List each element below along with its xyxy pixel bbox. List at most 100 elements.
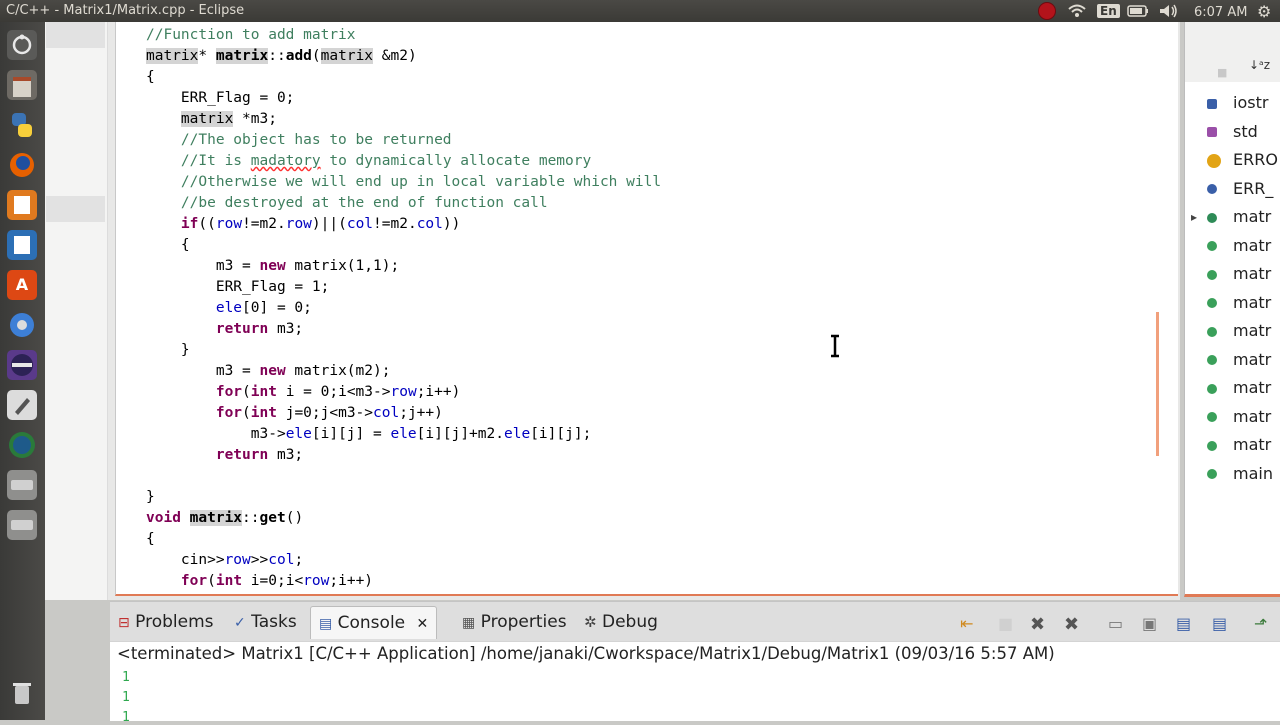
- collapse-icon[interactable]: ■: [1217, 66, 1227, 79]
- expand-chevron-icon[interactable]: ▸: [1191, 204, 1197, 230]
- outline-item-label: matr: [1233, 264, 1272, 283]
- software-center-icon[interactable]: A: [7, 270, 37, 300]
- outline-item[interactable]: matr: [1207, 233, 1271, 259]
- outline-toolbar: ■ ↓ᵃz: [1185, 22, 1280, 82]
- outline-item[interactable]: matr: [1207, 318, 1271, 344]
- method-icon: [1207, 355, 1217, 365]
- python-icon[interactable]: [7, 110, 37, 140]
- unity-launcher: A: [0, 22, 45, 720]
- outline-item-label: matr: [1233, 321, 1272, 340]
- tab-debug[interactable]: ✲ Debug: [584, 608, 658, 636]
- outline-item-label: std: [1233, 121, 1258, 141]
- keyboard-layout-indicator[interactable]: En: [1097, 2, 1120, 20]
- close-icon[interactable]: ✕: [417, 616, 429, 632]
- class-icon: [1207, 212, 1217, 223]
- code-line: void matrix::get(): [146, 510, 304, 526]
- outline-item[interactable]: matr: [1207, 347, 1271, 373]
- code-line: {: [146, 531, 155, 547]
- method-icon: [1207, 326, 1217, 337]
- code-line: cin>>row>>col;: [146, 552, 304, 568]
- display-selected-console-icon[interactable]: ▤: [1212, 614, 1227, 633]
- clock[interactable]: 6:07 AM: [1194, 3, 1247, 21]
- console-icon: ▤: [319, 616, 333, 632]
- battery-icon[interactable]: [1127, 2, 1149, 20]
- editor-left-ruler: [45, 22, 108, 600]
- trash-icon[interactable]: [7, 678, 37, 708]
- outline-item[interactable]: matr: [1207, 404, 1271, 430]
- overview-ruler-marker[interactable]: [1156, 312, 1159, 456]
- terminate-icon[interactable]: ■: [998, 614, 1013, 633]
- code-line: //The object has to be returned: [146, 132, 452, 148]
- console-output-line: 1: [122, 670, 130, 685]
- method-icon: [1207, 241, 1217, 251]
- code-line: //It is madatory to dynamically allocate…: [146, 153, 592, 169]
- chromium-icon[interactable]: [7, 310, 37, 340]
- code-editor[interactable]: //Function to add matrix matrix* matrix::…: [115, 22, 1178, 596]
- settings-gear-icon[interactable]: ⚙: [1257, 2, 1271, 21]
- scroll-lock-icon[interactable]: ▣: [1142, 614, 1157, 633]
- volume-icon[interactable]: [1159, 2, 1179, 20]
- eclipse-icon[interactable]: [7, 350, 37, 380]
- drive-icon[interactable]: [7, 510, 37, 540]
- console-view[interactable]: <terminated> Matrix1 [C/C++ Application]…: [110, 641, 1280, 725]
- firefox-icon[interactable]: [7, 150, 37, 180]
- drive-icon[interactable]: [7, 470, 37, 500]
- problems-icon: ⊟: [118, 615, 130, 631]
- outline-item-label: matr: [1233, 292, 1272, 312]
- outline-item-label: matr: [1233, 207, 1272, 226]
- code-line: ERR_Flag = 0;: [146, 90, 295, 106]
- code-line: {: [146, 237, 190, 253]
- remove-launch-icon[interactable]: ✖: [1030, 614, 1045, 635]
- tab-tasks-label: Tasks: [251, 612, 297, 632]
- outline-item[interactable]: std: [1207, 119, 1258, 145]
- impress-icon[interactable]: [7, 190, 37, 220]
- console-header: <terminated> Matrix1 [C/C++ Application]…: [117, 644, 1055, 663]
- code-line: if((row!=m2.row)||(col!=m2.col)): [180, 216, 461, 232]
- code-line: return m3;: [215, 447, 304, 463]
- outline-item-label: matr: [1233, 406, 1272, 426]
- outline-item-label: matr: [1233, 378, 1272, 397]
- debug-bug-icon: ✲: [584, 613, 597, 631]
- pin-console-icon[interactable]: ⇤: [960, 614, 973, 633]
- outline-item[interactable]: matr: [1207, 290, 1271, 316]
- outline-item[interactable]: ERRO: [1207, 147, 1278, 173]
- outline-item[interactable]: matr ▸: [1191, 204, 1272, 230]
- text-cursor-icon: [828, 334, 842, 362]
- ruler-highlight: [46, 196, 105, 222]
- clear-console-icon[interactable]: ▭: [1108, 614, 1123, 633]
- terminal-globe-icon[interactable]: [7, 430, 37, 460]
- typedef-icon: [1207, 153, 1221, 168]
- record-indicator-icon[interactable]: [1038, 2, 1056, 20]
- outline-item[interactable]: ERR_: [1207, 176, 1273, 202]
- files-icon[interactable]: [7, 70, 37, 100]
- text-editor-icon[interactable]: [7, 390, 37, 420]
- writer-icon[interactable]: [7, 230, 37, 260]
- tab-console[interactable]: ▤ Console ✕: [310, 606, 438, 639]
- method-icon: [1207, 269, 1217, 280]
- outline-view: ■ ↓ᵃz iostr std ERRO ERR_ matr ▸ matr matr matr m…: [1184, 22, 1280, 597]
- sort-alphabetically-icon[interactable]: ↓ᵃz: [1249, 58, 1270, 72]
- tab-tasks[interactable]: ✓ Tasks: [234, 608, 297, 636]
- outline-item[interactable]: iostr: [1207, 90, 1268, 116]
- outline-item-label: main: [1233, 463, 1273, 483]
- tab-problems[interactable]: ⊟ Problems: [118, 608, 214, 636]
- tab-console-label: Console: [337, 613, 406, 633]
- code-line: {: [146, 69, 155, 85]
- outline-item[interactable]: matr: [1207, 261, 1271, 287]
- new-console-icon[interactable]: ⬏: [1254, 614, 1267, 633]
- wifi-icon[interactable]: [1068, 2, 1086, 20]
- method-icon: [1207, 298, 1217, 308]
- code-line: ERR_Flag = 1;: [146, 279, 330, 295]
- remove-all-terminated-icon[interactable]: ✖: [1064, 614, 1079, 635]
- outline-item[interactable]: matr: [1207, 432, 1271, 458]
- tab-properties[interactable]: ▦ Properties: [462, 608, 567, 636]
- code-line: }: [146, 489, 155, 505]
- outline-item[interactable]: main: [1207, 461, 1273, 487]
- console-output-line: 1: [122, 710, 130, 725]
- keyboard-layout-label: En: [1097, 4, 1120, 18]
- outline-item[interactable]: matr: [1207, 375, 1271, 401]
- top-panel: C/C++ - Matrix1/Matrix.cpp - Eclipse En …: [0, 0, 1280, 22]
- outline-item-label: matr: [1233, 235, 1272, 255]
- open-console-icon[interactable]: ▤: [1176, 614, 1191, 633]
- dash-home-icon[interactable]: [7, 30, 37, 60]
